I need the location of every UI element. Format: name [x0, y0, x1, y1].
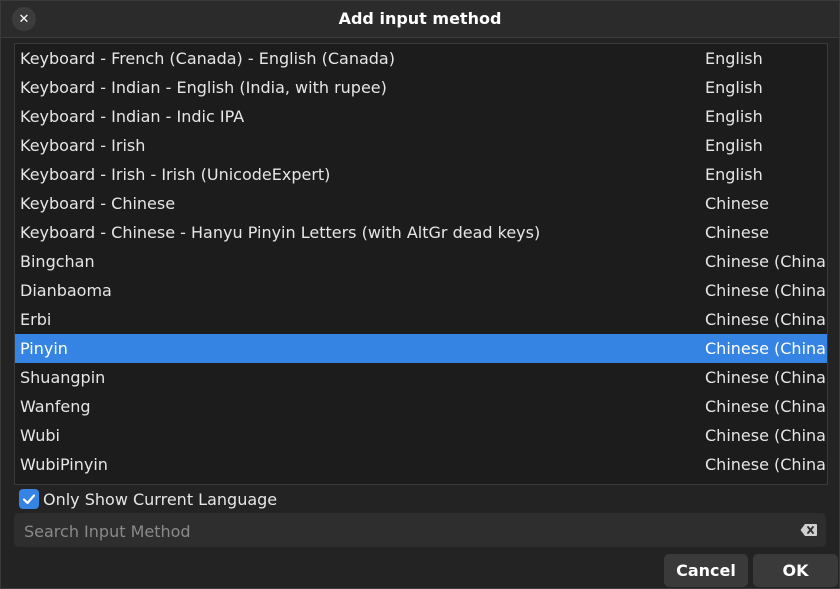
list-item[interactable]: Keyboard - Irish English [15, 131, 827, 160]
input-method-language: English [705, 165, 763, 184]
only-current-language-label: Only Show Current Language [43, 489, 278, 509]
dialog-title: Add input method [338, 9, 502, 28]
input-method-language: Chinese [705, 223, 769, 242]
input-method-name: Wanfeng [20, 397, 91, 416]
input-method-name: WubiPinyin [20, 455, 108, 474]
input-method-language: English [705, 107, 763, 126]
close-button[interactable]: ✕ [12, 7, 36, 31]
input-method-language: Chinese (China) [705, 281, 828, 300]
input-method-name: Keyboard - Indian - Indic IPA [20, 107, 245, 126]
input-method-language: English [705, 136, 763, 155]
input-method-language: English [705, 49, 763, 68]
input-method-name: Dianbaoma [20, 281, 112, 300]
search-box [14, 513, 826, 549]
input-method-language: Chinese [705, 194, 769, 213]
checkmark-icon [22, 494, 36, 505]
input-method-language: Chinese (China) [705, 397, 828, 416]
list-item[interactable]: Keyboard - Indian - English (India, with… [15, 73, 827, 102]
input-method-name: Keyboard - French (Canada) - English (Ca… [20, 49, 395, 68]
only-current-language-toggle[interactable]: Only Show Current Language [19, 488, 277, 510]
input-method-name: Keyboard - Indian - English (India, with… [20, 78, 387, 97]
input-method-name: Keyboard - Chinese - Hanyu Pinyin Letter… [20, 223, 541, 242]
input-method-name: Keyboard - Irish [20, 136, 146, 155]
input-method-language: English [705, 78, 763, 97]
input-method-name: Wubi [20, 426, 60, 445]
list-item[interactable]: WubiPinyin Chinese (China) [15, 450, 827, 479]
only-current-language-checkbox[interactable] [19, 489, 39, 509]
input-method-language: Chinese (China) [705, 310, 828, 329]
list-item[interactable]: Keyboard - Chinese Chinese [15, 189, 827, 218]
titlebar: Add input method ✕ [1, 1, 839, 38]
add-input-method-dialog: Add input method ✕ Keyboard - French (Ca… [0, 0, 840, 589]
list-item[interactable]: Keyboard - Indian - Indic IPA English [15, 102, 827, 131]
list-item[interactable]: Keyboard - Chinese - Hanyu Pinyin Letter… [15, 218, 827, 247]
input-method-language: Chinese (China) [705, 368, 828, 387]
input-method-name: Pinyin [20, 339, 68, 358]
input-method-name: Keyboard - Irish - Irish (UnicodeExpert) [20, 165, 331, 184]
list-item[interactable]: Wanfeng Chinese (China) [15, 392, 827, 421]
cancel-button[interactable]: Cancel [664, 554, 748, 587]
list-item[interactable]: Keyboard - French (Canada) - English (Ca… [15, 44, 827, 73]
input-method-list[interactable]: Keyboard - French (Canada) - English (Ca… [14, 43, 828, 485]
input-method-name: Keyboard - Chinese [20, 194, 176, 213]
list-item[interactable]: Keyboard - Irish - Irish (UnicodeExpert)… [15, 160, 827, 189]
list-item[interactable]: Pinyin Chinese (China) [15, 334, 827, 363]
input-method-language: Chinese (China) [705, 426, 828, 445]
list-item[interactable]: Dianbaoma Chinese (China) [15, 276, 827, 305]
list-item[interactable]: Erbi Chinese (China) [15, 305, 827, 334]
list-item[interactable]: Wubi Chinese (China) [15, 421, 827, 450]
list-item[interactable]: Bingchan Chinese (China) [15, 247, 827, 276]
input-method-name: Erbi [20, 310, 52, 329]
search-input[interactable] [22, 513, 786, 549]
input-method-language: Chinese (China) [705, 252, 828, 271]
close-icon: ✕ [18, 11, 30, 27]
input-method-language: Chinese (China) [705, 339, 828, 358]
backspace-clear-icon[interactable] [800, 523, 818, 537]
list-item[interactable]: Shuangpin Chinese (China) [15, 363, 827, 392]
input-method-name: Shuangpin [20, 368, 106, 387]
ok-button[interactable]: OK [753, 554, 838, 587]
input-method-language: Chinese (China) [705, 455, 828, 474]
input-method-name: Bingchan [20, 252, 95, 271]
